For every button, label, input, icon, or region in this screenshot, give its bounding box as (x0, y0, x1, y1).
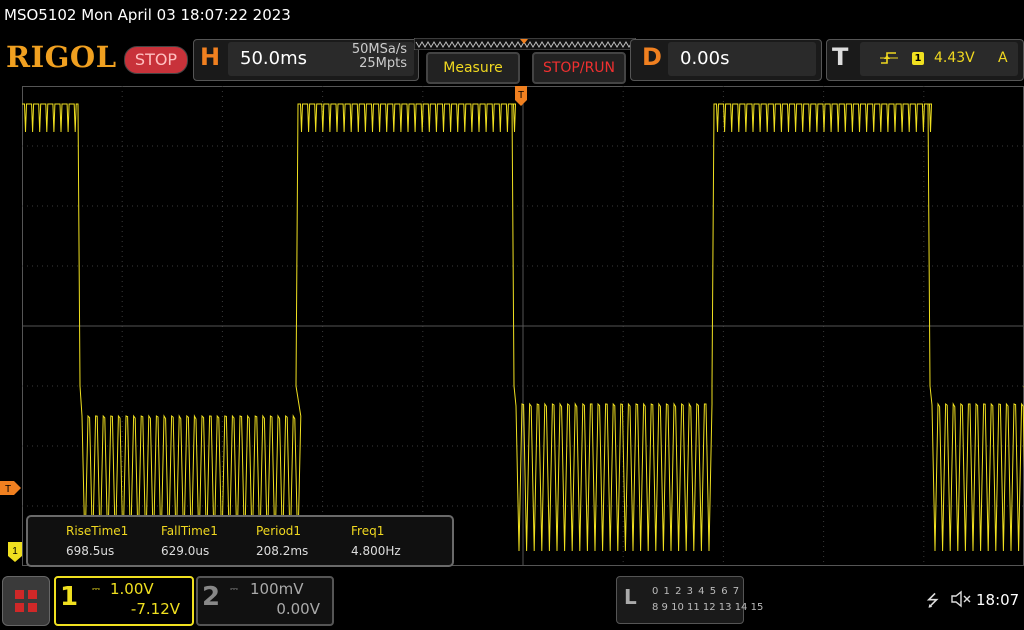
channel1-scale: 1.00V (110, 580, 154, 598)
channel1-ground-marker[interactable]: 1 (8, 542, 22, 562)
title-text: MSO5102 Mon April 03 18:07:22 2023 (4, 6, 291, 24)
measurement-header: RiseTime1 (66, 524, 129, 538)
svg-text:T: T (518, 90, 524, 101)
logic-label: L (624, 585, 637, 609)
measurement-header: Freq1 (351, 524, 385, 538)
delay-label: D (642, 43, 662, 71)
channel1-number: 1 (60, 582, 79, 612)
channel1-offset: -7.12V (130, 600, 180, 618)
memory-overview-bar (414, 38, 636, 50)
menu-button[interactable] (2, 576, 50, 626)
measurement-value: 698.5us (66, 544, 115, 558)
usb-icon: ⭍ (926, 591, 940, 610)
channel2-scale: 100mV (250, 580, 304, 598)
trigger-label: T (832, 43, 849, 71)
grid-menu-icon (15, 590, 37, 612)
sample-rate: 50MSa/s (351, 42, 407, 57)
delay-value: 0.00s (680, 48, 730, 69)
acquisition-info: 50MSa/s 25Mpts (333, 43, 407, 71)
channel2-number: 2 (202, 582, 221, 612)
graticule (22, 86, 1024, 566)
dc-coupling-icon: ⎓ (230, 584, 238, 595)
dc-coupling-icon: ⎓ (92, 584, 100, 595)
waveform-display[interactable]: T (22, 86, 1024, 566)
clock: 18:07 (976, 591, 1020, 609)
trigger-level: 4.43V (934, 50, 975, 66)
measurement-header: Period1 (256, 524, 302, 538)
muted-speaker-icon[interactable] (950, 590, 972, 608)
horizontal-label: H (200, 43, 221, 71)
svg-text:1: 1 (12, 546, 18, 557)
rising-edge-icon (880, 52, 898, 64)
trigger-position-marker: T (515, 86, 527, 106)
trigger-source-badge: 1 (912, 52, 924, 65)
trigger-level-marker[interactable]: T (0, 481, 22, 495)
measurement-value: 4.800Hz (351, 544, 401, 558)
logic-channels-low: 0 1 2 3 4 5 6 7 (652, 586, 741, 597)
measure-button[interactable]: Measure (426, 52, 520, 84)
rigol-logo: RIGOL (6, 40, 117, 74)
trigger-mode: A (998, 50, 1008, 66)
svg-text:T: T (5, 484, 11, 495)
measurement-value: 208.2ms (256, 544, 309, 558)
logic-channels-high: 8 9 10 11 12 13 14 15 (652, 602, 764, 613)
stop-run-button[interactable]: STOP/RUN (532, 52, 626, 84)
timebase-value: 50.0ms (240, 48, 307, 69)
channel2-offset: 0.00V (276, 600, 320, 618)
measurement-panel[interactable] (26, 515, 454, 567)
measurement-header: FallTime1 (161, 524, 218, 538)
memory-depth: 25Mpts (359, 56, 407, 71)
measurement-value: 629.0us (161, 544, 210, 558)
run-state-badge[interactable]: STOP (124, 46, 188, 74)
